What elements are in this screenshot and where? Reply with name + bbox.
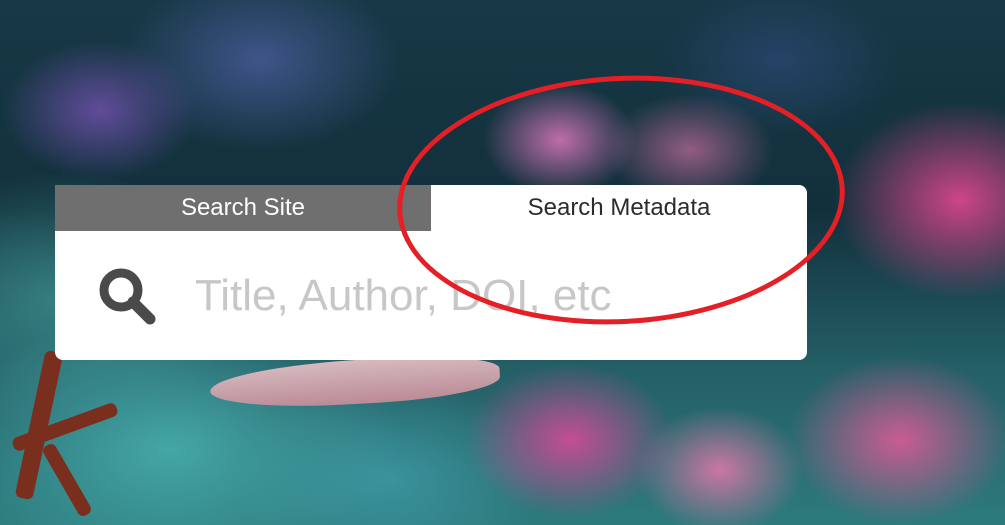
search-input[interactable] <box>195 265 755 326</box>
search-tabs: Search Site Search Metadata <box>55 185 807 231</box>
search-box <box>55 231 807 360</box>
search-icon[interactable] <box>95 264 159 328</box>
tab-search-metadata[interactable]: Search Metadata <box>431 185 807 231</box>
coral-branch <box>40 441 94 519</box>
fish <box>209 352 501 412</box>
coral-reef-background: Search Site Search Metadata <box>0 0 1005 525</box>
tab-search-site[interactable]: Search Site <box>55 185 431 231</box>
coral-branch <box>10 401 120 453</box>
search-widget: Search Site Search Metadata <box>55 185 807 360</box>
